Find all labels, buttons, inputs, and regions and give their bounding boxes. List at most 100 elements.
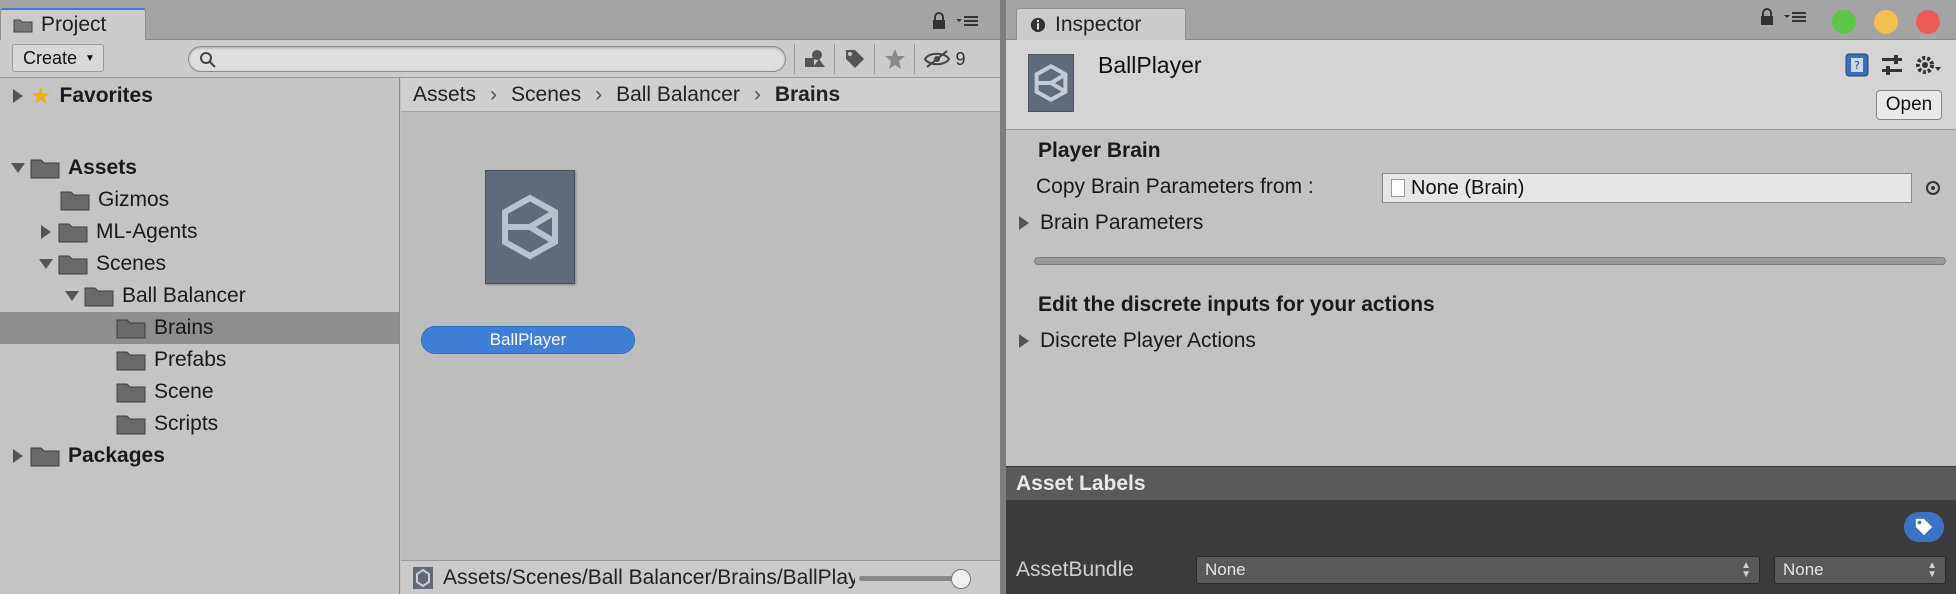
favorites-filter-button[interactable] bbox=[874, 44, 914, 74]
tree-item-ball-balancer[interactable]: Ball Balancer bbox=[0, 280, 399, 312]
tree-label: Prefabs bbox=[154, 348, 227, 371]
chevron-down-icon[interactable] bbox=[64, 288, 80, 304]
brain-parameters-label: Brain Parameters bbox=[1040, 211, 1204, 234]
lock-icon[interactable] bbox=[1760, 8, 1774, 26]
project-panel: Project Create ▼ 9 ★ Favorites Assets Gi… bbox=[0, 0, 1000, 594]
asset-thumbnail[interactable] bbox=[485, 170, 575, 284]
tab-project[interactable]: Project bbox=[0, 8, 146, 40]
tree-item-scripts[interactable]: Scripts bbox=[0, 408, 399, 440]
project-tab-controls bbox=[932, 12, 978, 30]
tree-label: Scripts bbox=[154, 412, 219, 435]
tree-item-prefabs[interactable]: Prefabs bbox=[0, 344, 399, 376]
updown-arrows-icon: ▲ ▼ bbox=[1927, 560, 1937, 580]
folder-tree: ★ Favorites Assets Gizmos ML-Agents Scen… bbox=[0, 78, 400, 594]
hidden-packages-toggle[interactable]: 9 bbox=[914, 44, 974, 74]
create-button[interactable]: Create ▼ bbox=[12, 44, 104, 72]
star-icon: ★ bbox=[30, 82, 52, 110]
chevron-right-icon: › bbox=[595, 82, 603, 106]
icon-size-slider-handle[interactable] bbox=[951, 569, 971, 589]
tree-label: ML-Agents bbox=[96, 220, 198, 243]
tree-item-gizmos[interactable]: Gizmos bbox=[0, 184, 399, 216]
assetbundle-label: AssetBundle bbox=[1016, 558, 1134, 581]
search-input[interactable] bbox=[223, 49, 773, 69]
tree-item-scenes[interactable]: Scenes bbox=[0, 248, 399, 280]
tree-label: Packages bbox=[68, 444, 165, 467]
tree-item-packages[interactable]: Packages bbox=[0, 440, 399, 472]
create-label: Create bbox=[23, 47, 78, 68]
project-tabstrip: Project bbox=[0, 0, 1000, 40]
breadcrumb-item[interactable]: Brains bbox=[775, 83, 840, 107]
tree-label: Gizmos bbox=[98, 188, 170, 211]
maximize-button[interactable] bbox=[1832, 10, 1856, 34]
chevron-down-icon: ▼ bbox=[85, 52, 95, 64]
breadcrumb: Assets › Scenes › Ball Balancer › Brains bbox=[401, 78, 1000, 112]
object-picker-icon[interactable] bbox=[1924, 179, 1942, 197]
chevron-down-icon[interactable] bbox=[10, 160, 26, 176]
folder-icon bbox=[60, 191, 90, 211]
menu-icon[interactable] bbox=[956, 14, 978, 28]
tree-label: Brains bbox=[154, 316, 214, 339]
folder-icon bbox=[30, 447, 60, 467]
inspector-body: Player Brain Copy Brain Parameters from … bbox=[1006, 131, 1956, 466]
inspector-title: BallPlayer bbox=[1098, 52, 1202, 78]
discrete-player-actions-foldout[interactable]: Discrete Player Actions bbox=[1016, 329, 1256, 353]
search-field[interactable] bbox=[188, 46, 786, 72]
asset-labels-header[interactable]: Asset Labels bbox=[1006, 466, 1956, 500]
tree-item-favorites[interactable]: ★ Favorites bbox=[0, 80, 399, 112]
folder-icon bbox=[116, 383, 146, 403]
chevron-right-icon: › bbox=[490, 82, 498, 106]
tree-item-ml-agents[interactable]: ML-Agents bbox=[0, 216, 399, 248]
gear-icon[interactable] bbox=[1914, 53, 1942, 77]
chevron-right-icon bbox=[1016, 215, 1032, 231]
assetbundle-name-value: None bbox=[1205, 560, 1246, 579]
updown-arrows-icon: ▲ ▼ bbox=[1741, 560, 1751, 580]
player-brain-header: Player Brain bbox=[1038, 139, 1161, 162]
open-button[interactable]: Open bbox=[1876, 90, 1942, 120]
minimize-button[interactable] bbox=[1874, 10, 1898, 34]
breadcrumb-item[interactable]: Scenes bbox=[511, 83, 581, 107]
tree-item-scene[interactable]: Scene bbox=[0, 376, 399, 408]
copy-brain-params-field[interactable]: None (Brain) bbox=[1382, 173, 1912, 203]
preset-icon[interactable] bbox=[1880, 53, 1904, 77]
unity-logo-icon bbox=[413, 566, 433, 589]
lock-icon[interactable] bbox=[932, 12, 946, 30]
inspector-tabstrip: Inspector bbox=[1006, 0, 1956, 40]
copy-brain-params-label: Copy Brain Parameters from : bbox=[1036, 175, 1314, 198]
project-statusbar: Assets/Scenes/Ball Balancer/Brains/BallP… bbox=[401, 560, 1000, 594]
inspector-tab-controls bbox=[1760, 8, 1806, 26]
tree-label: Ball Balancer bbox=[122, 284, 246, 307]
inspector-header-tools: ? bbox=[1844, 52, 1942, 78]
tab-project-label: Project bbox=[41, 13, 107, 36]
selected-asset-path: Assets/Scenes/Ball Balancer/Brains/BallP… bbox=[443, 565, 855, 589]
breadcrumb-item[interactable]: Assets bbox=[413, 83, 476, 107]
chevron-right-icon[interactable] bbox=[38, 224, 54, 240]
help-book-icon[interactable]: ? bbox=[1844, 52, 1870, 78]
section-divider bbox=[1034, 257, 1946, 265]
assetbundle-variant-dropdown[interactable]: None ▲ ▼ bbox=[1774, 556, 1946, 584]
asset-preview bbox=[1028, 54, 1074, 112]
copy-brain-params-value: None (Brain) bbox=[1411, 176, 1525, 199]
info-icon bbox=[1030, 17, 1046, 32]
asset-name-label[interactable]: BallPlayer bbox=[421, 326, 635, 354]
hidden-eye-icon bbox=[924, 50, 951, 68]
tree-item-brains[interactable]: Brains bbox=[0, 312, 399, 344]
document-icon bbox=[1391, 179, 1405, 197]
chevron-right-icon[interactable] bbox=[10, 88, 26, 104]
menu-icon[interactable] bbox=[1784, 10, 1806, 24]
filter-by-type-button[interactable] bbox=[794, 44, 834, 74]
filter-by-label-button[interactable] bbox=[834, 44, 874, 74]
tree-label: Favorites bbox=[59, 84, 153, 107]
assetbundle-name-dropdown[interactable]: None ▲ ▼ bbox=[1196, 556, 1760, 584]
tab-inspector[interactable]: Inspector bbox=[1016, 8, 1186, 40]
folder-icon bbox=[116, 415, 146, 435]
close-button[interactable] bbox=[1916, 10, 1940, 34]
tree-item-assets[interactable]: Assets bbox=[0, 152, 399, 184]
chevron-down-icon[interactable] bbox=[38, 256, 54, 272]
icon-size-slider[interactable] bbox=[859, 576, 959, 581]
hidden-count: 9 bbox=[955, 48, 966, 69]
chevron-right-icon[interactable] bbox=[10, 448, 26, 464]
add-label-button[interactable] bbox=[1904, 512, 1944, 542]
tab-inspector-label: Inspector bbox=[1055, 12, 1142, 36]
breadcrumb-item[interactable]: Ball Balancer bbox=[616, 83, 740, 107]
brain-parameters-foldout[interactable]: Brain Parameters bbox=[1016, 211, 1203, 235]
